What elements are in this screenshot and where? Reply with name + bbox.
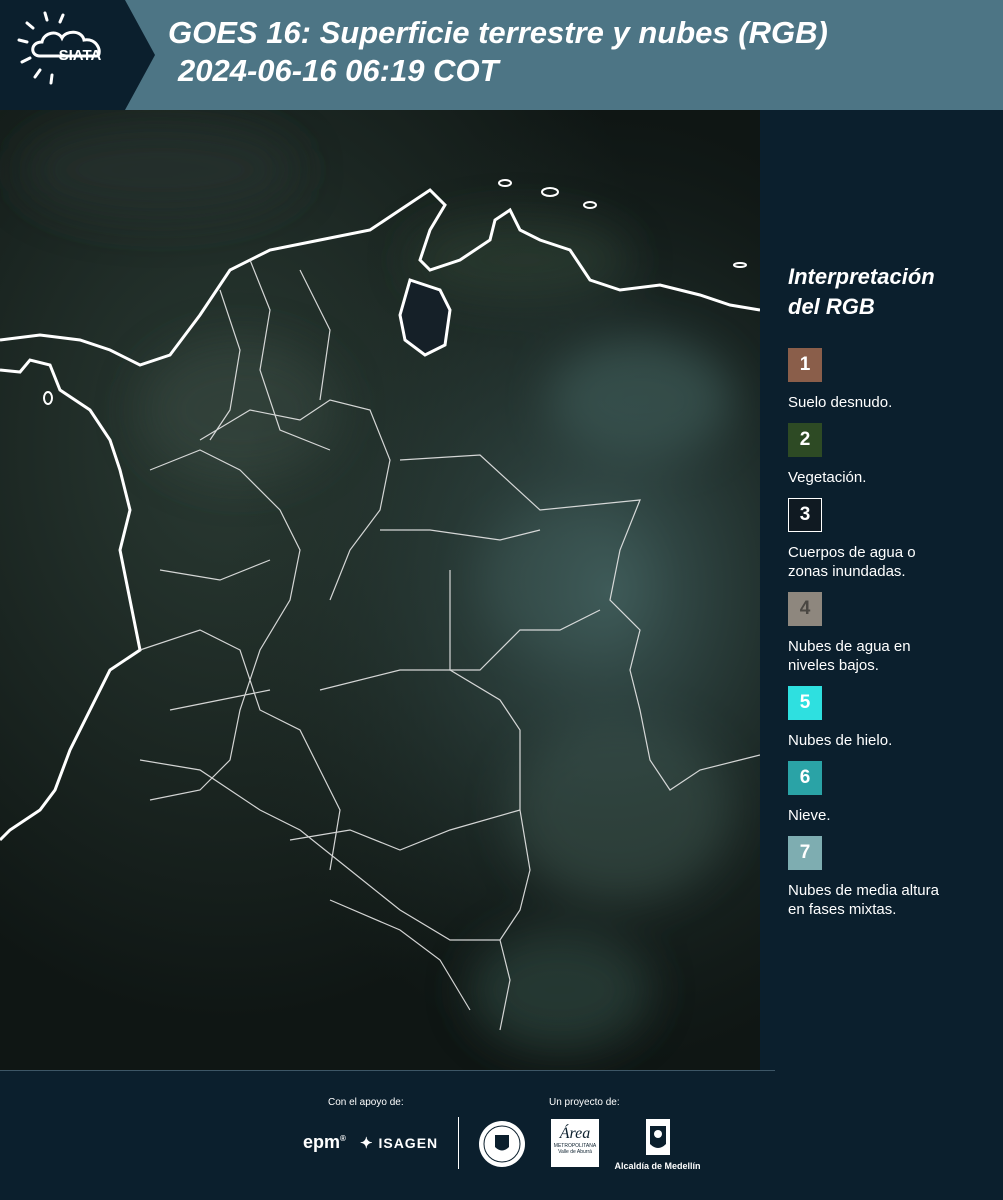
medellin-seal-logo bbox=[478, 1120, 526, 1168]
legend-label-line: Nubes de agua en bbox=[788, 638, 911, 655]
legend-item: 1 Suelo desnudo. bbox=[788, 348, 988, 412]
legend-swatch: 7 bbox=[788, 836, 822, 870]
legend-item: 2 Vegetación. bbox=[788, 423, 988, 487]
legend-swatch: 3 bbox=[788, 498, 822, 532]
legend-label-line: niveles bajos. bbox=[788, 657, 879, 674]
legend-panel: Interpretación del RGB 1 Suelo desnudo. 2 V… bbox=[788, 262, 988, 930]
alcaldia-text: Alcaldía de Medellín bbox=[614, 1161, 701, 1171]
footer: Con el apoyo de: Un proyecto de: epm® ✦ … bbox=[0, 1070, 1003, 1200]
epm-text: epm bbox=[303, 1132, 341, 1152]
area-metro-sub2: Valle de Aburrá bbox=[558, 1149, 592, 1155]
page-title: GOES 16: Superficie terrestre y nubes (R… bbox=[168, 14, 828, 90]
legend-swatch: 2 bbox=[788, 423, 822, 457]
legend-item: 7 Nubes de media altura en fases mixtas. bbox=[788, 836, 988, 919]
legend-title-line-2: del RGB bbox=[788, 294, 875, 319]
epm-logo: epm® bbox=[303, 1132, 346, 1152]
legend-item: 5 Nubes de hielo. bbox=[788, 686, 988, 750]
legend-label-line: Suelo desnudo. bbox=[788, 394, 893, 411]
footer-vertical-divider bbox=[458, 1117, 459, 1169]
legend-swatch: 5 bbox=[788, 686, 822, 720]
legend-label-line: Nieve. bbox=[788, 807, 831, 824]
legend-swatch: 1 bbox=[788, 348, 822, 382]
satellite-map bbox=[0, 110, 760, 1070]
legend-label-line: Nubes de hielo. bbox=[788, 732, 893, 749]
alcaldia-logo: Alcaldía de Medellín bbox=[610, 1118, 705, 1171]
legend-label-line: Nubes de media altura bbox=[788, 882, 939, 899]
legend-swatch: 6 bbox=[788, 761, 822, 795]
legend-title-line-1: Interpretación bbox=[788, 264, 935, 289]
siata-logo: SIATA bbox=[0, 0, 155, 110]
title-line-1: GOES 16: Superficie terrestre y nubes (R… bbox=[168, 15, 828, 50]
legend-swatch: 4 bbox=[788, 592, 822, 626]
project-label: Un proyecto de: bbox=[549, 1097, 620, 1108]
legend-label: Nubes de hielo. bbox=[788, 731, 988, 750]
support-label: Con el apoyo de: bbox=[328, 1097, 404, 1108]
legend-label: Nubes de media altura en fases mixtas. bbox=[788, 881, 988, 919]
legend-label: Nieve. bbox=[788, 806, 988, 825]
legend-item: 4 Nubes de agua en niveles bajos. bbox=[788, 592, 988, 675]
isagen-text: ISAGEN bbox=[378, 1135, 439, 1151]
legend-label: Nubes de agua en niveles bajos. bbox=[788, 637, 988, 675]
legend-label-line: zonas inundadas. bbox=[788, 563, 906, 580]
legend-title: Interpretación del RGB bbox=[788, 262, 988, 322]
legend-label: Cuerpos de agua o zonas inundadas. bbox=[788, 543, 988, 581]
legend-label: Suelo desnudo. bbox=[788, 393, 988, 412]
legend-label-line: Vegetación. bbox=[788, 469, 867, 486]
legend-item: 3 Cuerpos de agua o zonas inundadas. bbox=[788, 498, 988, 581]
legend-label: Vegetación. bbox=[788, 468, 988, 487]
logo-text: SIATA bbox=[59, 47, 102, 64]
header-bar: SIATA GOES 16: Superficie terrestre y nu… bbox=[0, 0, 1003, 110]
legend-item: 6 Nieve. bbox=[788, 761, 988, 825]
isagen-icon: ✦ bbox=[360, 1135, 374, 1152]
area-metro-text: Área bbox=[559, 1125, 591, 1142]
area-metropolitana-logo: Área METROPOLITANA Valle de Aburrá bbox=[551, 1119, 599, 1167]
legend-label-line: Cuerpos de agua o bbox=[788, 544, 916, 561]
isagen-logo: ✦ ISAGEN bbox=[360, 1134, 438, 1152]
legend-label-line: en fases mixtas. bbox=[788, 901, 897, 918]
title-line-2: 2024-06-16 06:19 COT bbox=[178, 53, 499, 88]
